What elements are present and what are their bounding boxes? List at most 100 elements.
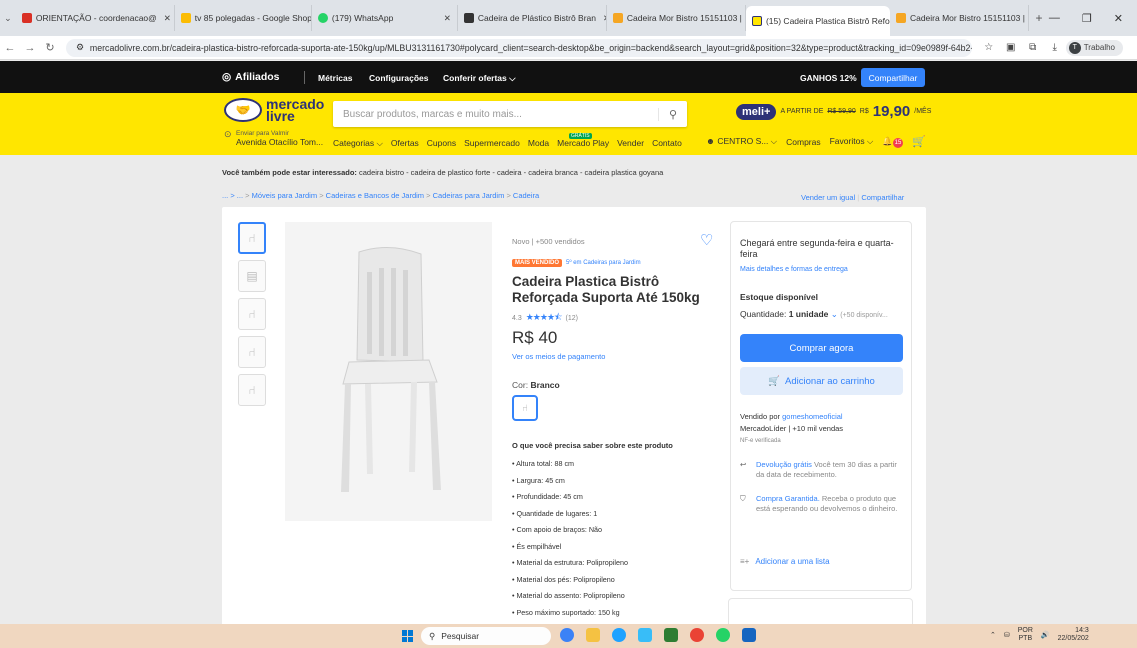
tab-active-mercadolivre[interactable]: (15) Cadeira Plastica Bistrô Refo✕ — [745, 6, 890, 36]
nav-favoritos[interactable]: Favoritos ⌵ — [830, 136, 874, 147]
taskbar-search-input[interactable]: ⚲ Pesquisar — [421, 627, 551, 645]
extension-icon[interactable]: ▣ — [1000, 42, 1022, 53]
cart-icon[interactable]: 🛒 — [912, 135, 926, 148]
edge-icon[interactable] — [612, 628, 626, 642]
color-swatch-branco[interactable]: ⑁ — [512, 395, 538, 421]
mercadolivre-logo[interactable]: 🤝 mercado livre — [224, 97, 324, 123]
minimize-icon[interactable]: — — [1049, 12, 1060, 25]
windows-start-icon[interactable] — [402, 630, 414, 642]
ranking-link[interactable]: 5º em Cadeiras para Jardim — [566, 260, 641, 266]
reload-icon[interactable]: ↻ — [40, 41, 60, 54]
close-window-icon[interactable]: ✕ — [1114, 12, 1123, 25]
thumbnail-4[interactable]: ⑁ — [238, 336, 266, 368]
breadcrumb-sep: > — [506, 191, 511, 200]
related-links[interactable]: cadeira bistro - cadeira de plastico for… — [359, 168, 663, 177]
share-link[interactable]: Compartilhar — [861, 193, 904, 202]
chevron-up-icon[interactable]: ⌃ — [990, 631, 996, 639]
notification-count: 15 — [892, 137, 903, 148]
product-card: ⑁ ▤ ⑁ ⑁ ⑁ Novo | +500 vendidos ♡ MAIS VE… — [222, 207, 926, 628]
nav-contato[interactable]: Contato — [652, 138, 682, 149]
guarantee-link[interactable]: Compra Garantida. — [756, 494, 820, 503]
thumbnail-1[interactable]: ⑁ — [238, 222, 266, 254]
network-icon[interactable]: ⛁ — [1004, 631, 1010, 639]
bookmark-star-icon[interactable]: ☆ — [978, 42, 1000, 53]
puzzle-icon[interactable]: ⧉ — [1022, 42, 1044, 53]
profile-button[interactable]: T Trabalho — [1065, 39, 1123, 56]
product-main-image[interactable] — [285, 222, 492, 521]
handshake-icon: 🤝 — [224, 98, 262, 122]
product-rating[interactable]: 4.3 ★★★★⯪ (12) — [512, 310, 578, 326]
tab-cadeira-bistro-branca[interactable]: Cadeira de Plástico Bistrô Bran✕ — [458, 5, 607, 31]
notifications-bell[interactable]: 🔔 15 — [882, 136, 903, 148]
search-input[interactable]: Buscar produtos, marcas e muito mais... … — [333, 101, 687, 127]
nav-ofertas[interactable]: Ofertas — [391, 138, 419, 149]
forward-icon[interactable]: → — [20, 42, 40, 54]
widgets-icon[interactable] — [560, 628, 574, 642]
buy-now-button[interactable]: Comprar agora — [740, 334, 903, 362]
menu-conferir-ofertas[interactable]: Conferir ofertas ⌵ — [443, 73, 516, 84]
nav-categorias[interactable]: Categorias ⌵ — [333, 138, 383, 149]
nav-supermercado[interactable]: Supermercado — [464, 138, 520, 149]
add-to-list-link[interactable]: ≡+ Adicionar a uma lista — [740, 557, 830, 566]
meli-plus-banner[interactable]: meli+ A PARTIR DE R$ 59,90 R$ 19,90 /MÊS — [736, 103, 931, 120]
store-icon[interactable] — [638, 628, 652, 642]
language-indicator[interactable]: POR PTB — [1018, 627, 1033, 643]
profile-label: Trabalho — [1083, 43, 1115, 52]
shipping-location[interactable]: ⊙ Enviar para Valmir Avenida Otacílio To… — [224, 130, 323, 148]
tab-cadeira-mor-2[interactable]: Cadeira Mor Bistro 15151103 |✕ — [890, 5, 1030, 31]
add-to-cart-button[interactable]: 🛒 Adicionar ao carrinho — [740, 367, 903, 395]
breadcrumb-item[interactable]: Cadeiras e Bancos de Jardim — [326, 191, 424, 200]
user-menu[interactable]: ☻ CENTRO S... ⌵ — [706, 136, 777, 147]
seller-link[interactable]: gomeshomeoficial — [782, 412, 842, 421]
volume-icon[interactable]: 🔊 — [1041, 631, 1050, 639]
close-icon[interactable]: ✕ — [441, 13, 451, 24]
breadcrumb-item[interactable]: Cadeiras para Jardim — [433, 191, 505, 200]
new-tab-button[interactable]: + — [1029, 11, 1049, 25]
nav-moda[interactable]: Moda — [528, 138, 549, 149]
quantity-selector[interactable]: Quantidade: 1 unidade ⌄ (+50 disponív... — [740, 309, 888, 320]
excel-icon[interactable] — [664, 628, 678, 642]
restore-icon[interactable]: ❐ — [1082, 12, 1092, 25]
menu-configuracoes[interactable]: Configurações — [369, 73, 429, 83]
thumbnail-3[interactable]: ⑁ — [238, 298, 266, 330]
outlook-icon[interactable] — [742, 628, 756, 642]
tab-whatsapp[interactable]: (179) WhatsApp ✕ — [312, 5, 458, 31]
thumbnail-5[interactable]: ⑁ — [238, 374, 266, 406]
nav-mercado-play[interactable]: Mercado Play — [557, 138, 609, 149]
return-icon: ↩ — [740, 460, 747, 469]
menu-metricas[interactable]: Métricas — [318, 73, 353, 83]
whatsapp-icon[interactable] — [716, 628, 730, 642]
nav-vender[interactable]: Vender — [617, 138, 644, 149]
payment-methods-link[interactable]: Ver os meios de pagamento — [512, 352, 605, 361]
breadcrumb-item[interactable]: Cadeira — [513, 191, 539, 200]
nav-cupons[interactable]: Cupons — [427, 138, 456, 149]
breadcrumb-item[interactable]: Móveis para Jardim — [252, 191, 317, 200]
thumbnail-2[interactable]: ▤ — [238, 260, 266, 292]
breadcrumb-sep: > — [426, 191, 431, 200]
close-icon[interactable]: ✕ — [161, 13, 171, 24]
chrome-icon[interactable] — [690, 628, 704, 642]
affiliates-share-button[interactable]: Compartilhar — [861, 68, 925, 87]
tab-search-icon[interactable]: ⌄ — [0, 13, 16, 24]
site-info-icon[interactable]: ⚙ — [76, 42, 84, 53]
breadcrumb-ellipsis[interactable]: ... > ... — [222, 191, 243, 200]
close-icon[interactable]: ✕ — [600, 13, 606, 24]
tab-cadeira-mor-1[interactable]: Cadeira Mor Bistro 15151103 |✕ — [607, 5, 746, 31]
tab-gmail[interactable]: ORIENTAÇÃO - coordenacao@ ✕ — [16, 5, 175, 31]
tab-google-shopping[interactable]: tv 85 polegadas - Google Shop✕ — [175, 5, 312, 31]
sell-similar-link[interactable]: Vender um igual — [801, 193, 855, 202]
favorite-heart-icon[interactable]: ♡ — [700, 231, 713, 249]
url-input[interactable]: ⚙ mercadolivre.com.br/cadeira-plastica-b… — [66, 38, 972, 57]
feature-item: Material da estrutura: Polipropileno — [512, 558, 628, 575]
nav-compras[interactable]: Compras — [786, 137, 820, 147]
free-return-link[interactable]: Devolução grátis — [756, 460, 812, 469]
download-icon[interactable]: ⤓ — [1044, 42, 1066, 53]
search-icon: ⚲ — [429, 630, 436, 641]
file-explorer-icon[interactable] — [586, 628, 600, 642]
shipping-details-link[interactable]: Mais detalhes e formas de entrega — [740, 266, 848, 273]
clock[interactable]: 14:3 22/05/202 — [1058, 627, 1089, 643]
search-icon[interactable]: ⚲ — [657, 107, 677, 121]
brand-text: mercado livre — [266, 97, 324, 123]
back-icon[interactable]: ← — [0, 42, 20, 54]
affiliates-logo[interactable]: ◎ Afiliados — [222, 71, 280, 83]
